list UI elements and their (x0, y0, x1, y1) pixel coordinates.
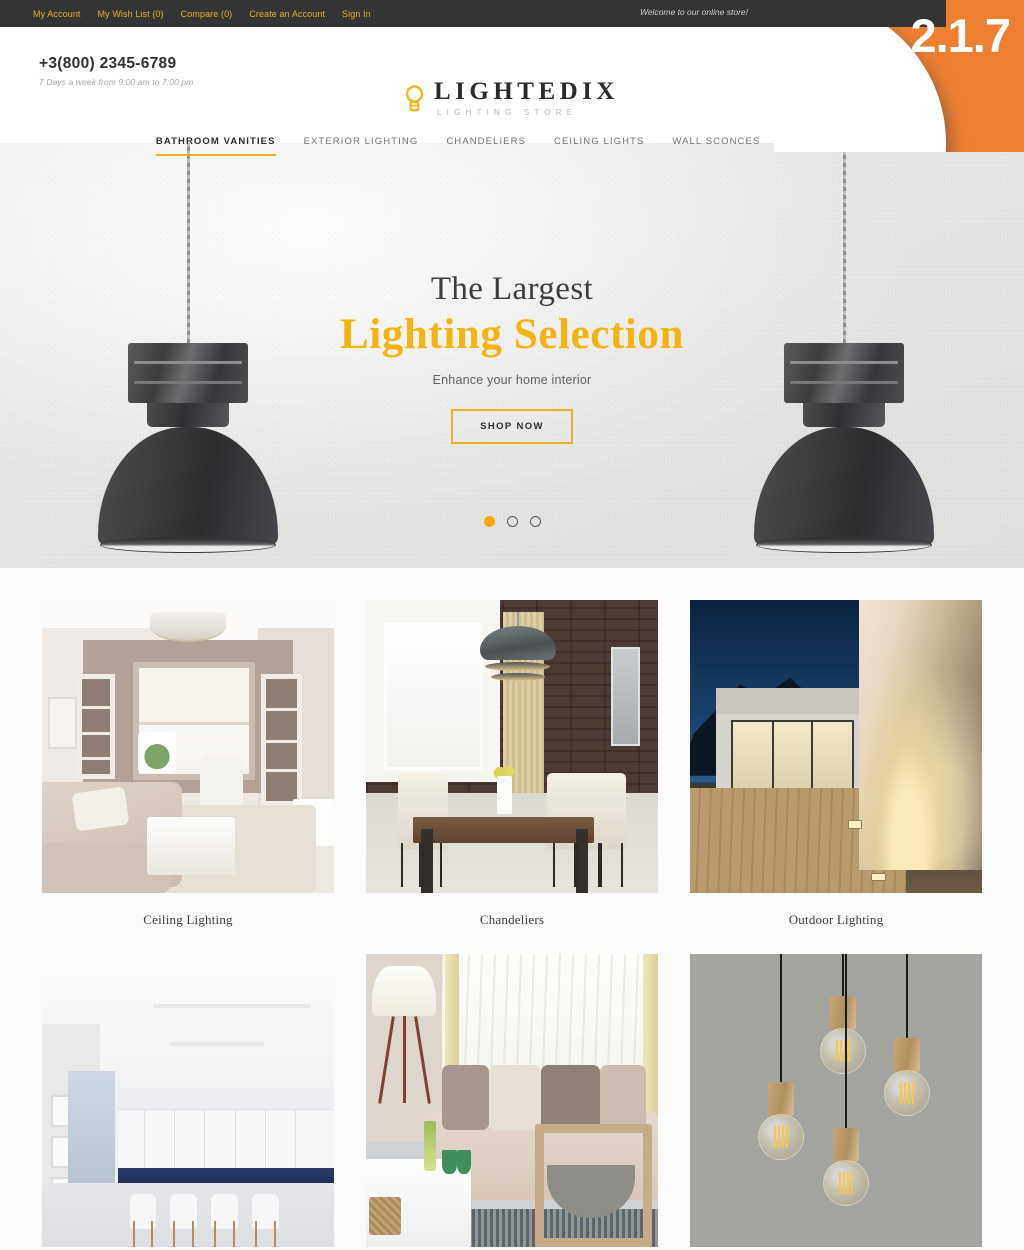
category-image-modern-house-night[interactable] (690, 600, 982, 893)
category-card-5[interactable] (366, 954, 658, 1250)
nav-item-bathroom-vanities[interactable]: BATHROOM VANITIES (155, 136, 276, 156)
link-create-an-account[interactable]: Create an Account (249, 9, 325, 19)
top-utility-bar: My Account My Wish List (0) Compare (0) … (0, 0, 1024, 27)
lamp-shade (98, 427, 278, 553)
category-card-outdoor-lighting[interactable]: Outdoor Lighting (690, 600, 982, 954)
link-compare[interactable]: Compare (0) (181, 9, 233, 19)
hero-banner: The Largest Lighting Selection Enhance y… (0, 143, 1024, 568)
carousel-dot-1[interactable] (483, 516, 495, 527)
category-image-living-room[interactable] (42, 600, 334, 893)
category-grid: Ceiling Lighting Chandeliers Outdoor Lig… (0, 600, 1024, 1250)
carousel-dots (0, 516, 1024, 527)
nav-item-exterior-lighting[interactable]: EXTERIOR LIGHTING (304, 136, 419, 156)
link-my-wish-list[interactable]: My Wish List (0) (98, 9, 164, 19)
carousel-dot-2[interactable] (506, 516, 518, 527)
lamp-rim (100, 537, 276, 553)
nav-item-wall-sconces[interactable]: WALL SCONCES (672, 136, 760, 156)
logo-wordmark: LIGHTEDIX (434, 78, 619, 105)
contact-block: +3(800) 2345-6789 7 Days a week from 9:0… (39, 55, 193, 87)
search-icon[interactable] (854, 135, 868, 149)
link-label: Sign In (342, 8, 371, 19)
category-card-4[interactable] (42, 954, 334, 1250)
hero-subtitle: Enhance your home interior (432, 373, 592, 387)
shop-now-button[interactable]: SHOP NOW (451, 409, 573, 444)
link-label: My Account (33, 8, 81, 19)
link-label: Compare (180, 8, 219, 19)
site-logo[interactable]: LIGHTEDIX LIGHTING STORE (405, 79, 619, 117)
logo-tagline: LIGHTING STORE (437, 108, 578, 117)
category-section: Ceiling Lighting Chandeliers Outdoor Lig… (0, 568, 1024, 1250)
wishlist-count: (0) (152, 8, 164, 19)
category-card-ceiling-lighting[interactable]: Ceiling Lighting (42, 600, 334, 954)
hero-content: The Largest Lighting Selection Enhance y… (0, 271, 1024, 444)
category-label[interactable]: Chandeliers (366, 893, 658, 954)
category-image-kitchen[interactable] (42, 954, 334, 1247)
site-header: +3(800) 2345-6789 7 Days a week from 9:0… (0, 27, 1024, 156)
nav-item-chandeliers[interactable]: CHANDELIERS (446, 136, 526, 156)
link-sign-in[interactable]: Sign In (342, 9, 371, 19)
category-card-6[interactable] (690, 954, 982, 1250)
category-label[interactable]: Ceiling Lighting (42, 893, 334, 954)
hero-headline-top: The Largest (430, 271, 594, 307)
top-links: My Account My Wish List (0) Compare (0) … (0, 9, 371, 19)
lightbulb-icon (405, 84, 424, 111)
main-navigation: BATHROOM VANITIES EXTERIOR LIGHTING CHAN… (0, 135, 1024, 157)
carousel-dot-3[interactable] (529, 516, 541, 527)
link-label: Create an Account (249, 8, 326, 19)
lamp-shade (754, 427, 934, 553)
category-card-chandeliers[interactable]: Chandeliers (366, 600, 658, 954)
nav-item-lamps[interactable]: LAMPS (788, 136, 826, 156)
category-label[interactable]: Outdoor Lighting (690, 893, 982, 954)
hero-headline-main: Lighting Selection (339, 311, 685, 358)
welcome-message: Welcome to our online store! (639, 7, 748, 17)
lamp-rim (756, 537, 932, 553)
phone-number[interactable]: +3(800) 2345-6789 (39, 55, 193, 73)
category-image-dining-room[interactable] (366, 600, 658, 893)
category-image-sofa-floor-lamp[interactable] (366, 954, 658, 1247)
compare-count: (0) (220, 8, 233, 19)
store-hours: 7 Days a week from 9:00 am to 7:00 pm (39, 77, 194, 87)
nav-item-ceiling-lights[interactable]: CEILING LIGHTS (554, 136, 644, 156)
link-my-account[interactable]: My Account (33, 9, 81, 19)
version-label: 2.1.7 (910, 9, 1011, 62)
category-image-edison-pendant-bulbs[interactable] (690, 954, 982, 1247)
link-label: My Wish List (97, 8, 150, 19)
